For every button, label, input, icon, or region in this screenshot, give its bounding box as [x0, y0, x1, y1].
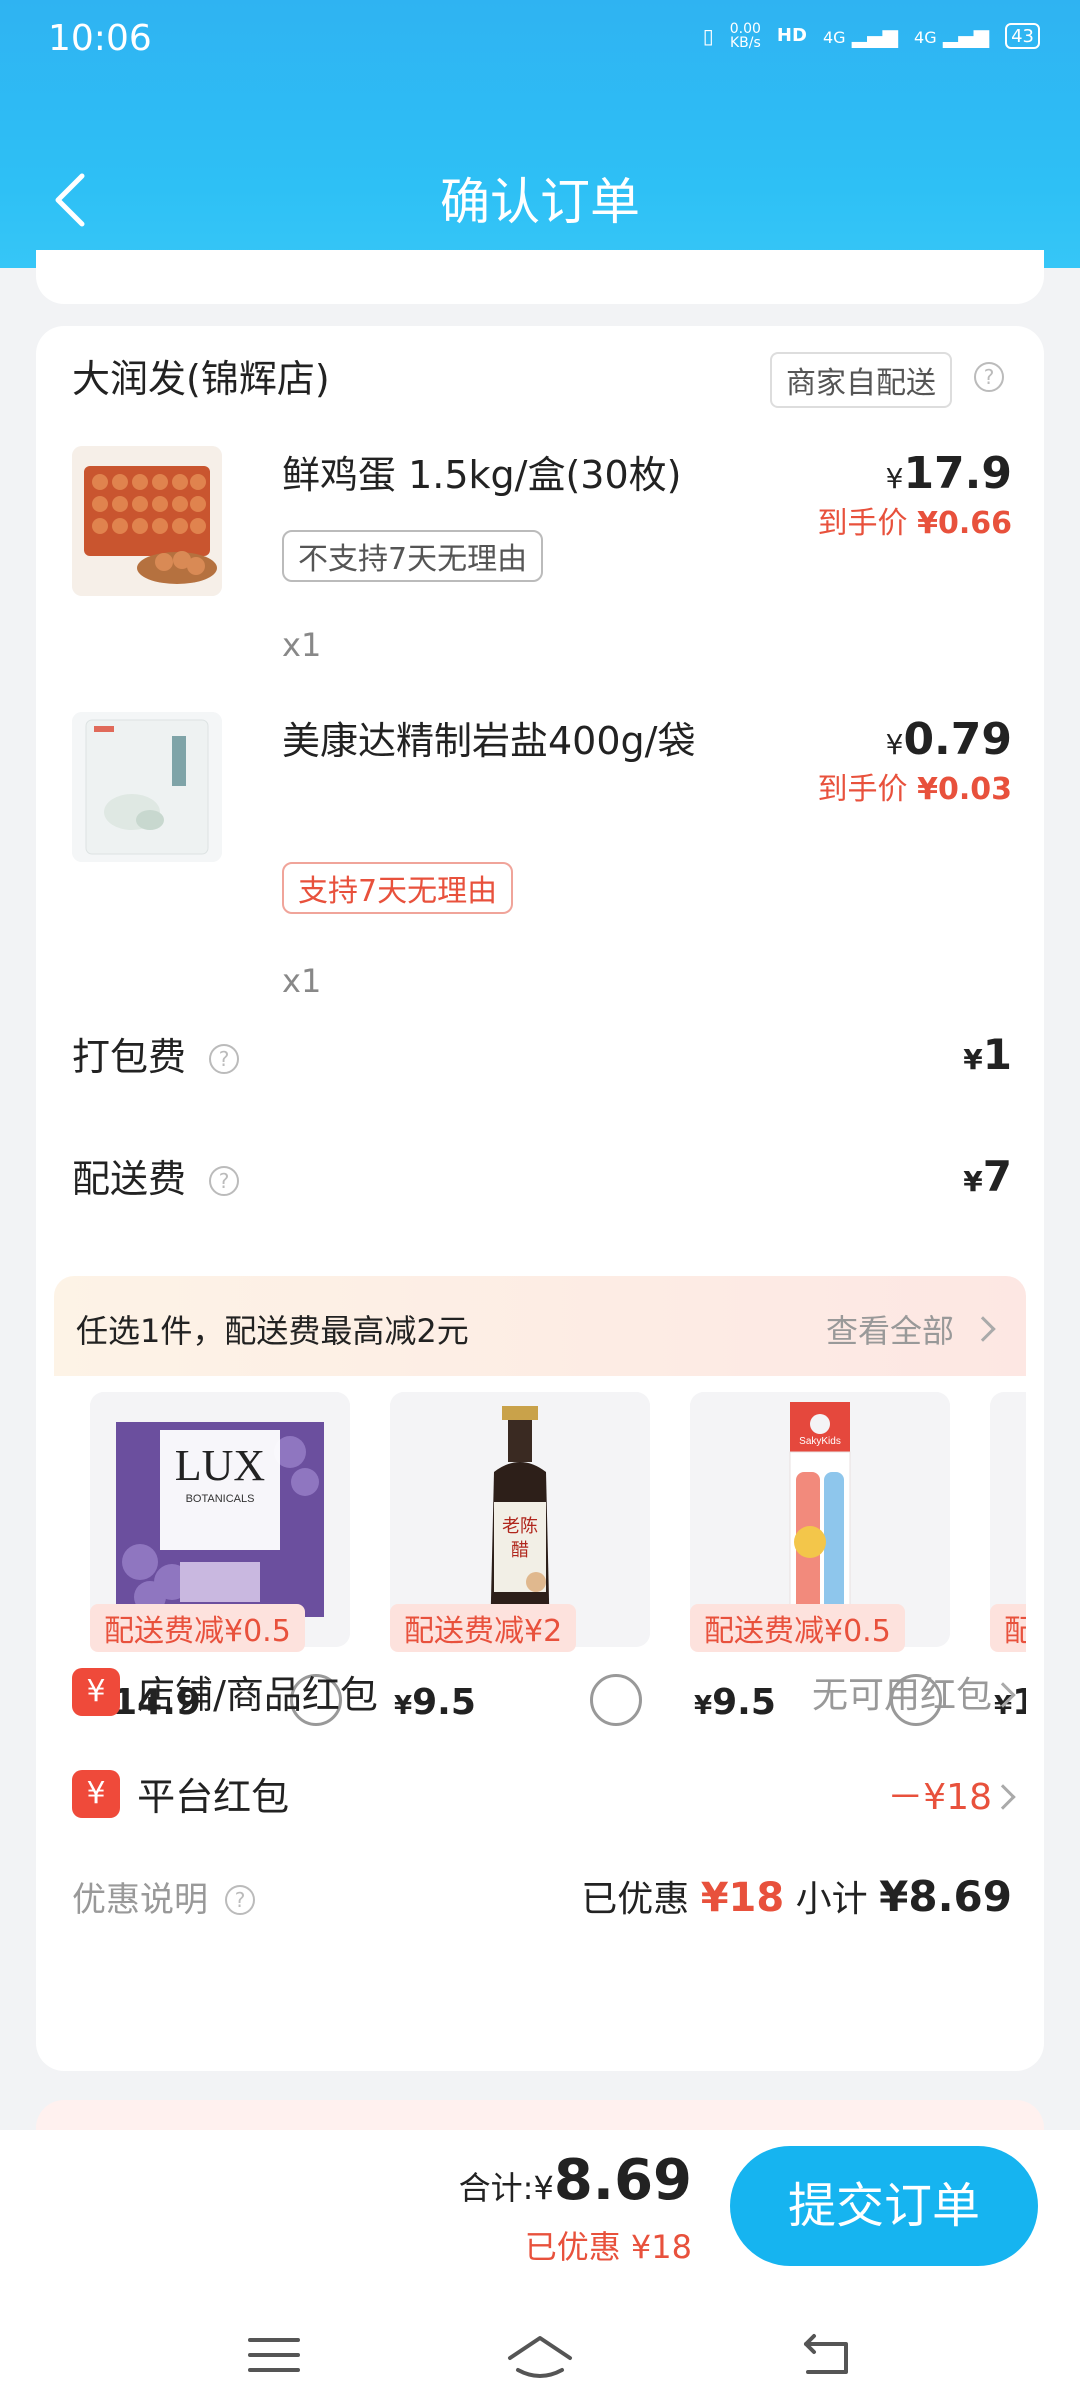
- subtotal: 已优惠 ¥18 小计 ¥8.69: [581, 1870, 1012, 1922]
- help-icon[interactable]: ?: [209, 1044, 240, 1074]
- egg-product-image: [72, 446, 222, 596]
- delivery-fee-amount: 7: [982, 1152, 1012, 1201]
- item-price: ¥0.79: [886, 714, 1012, 765]
- header-bar: 10:06 ▯ 0.00 KB/s HD 4G ▂▄▆ 4G ▂▄▆ 43 确认…: [0, 0, 1080, 268]
- promo-price-value: 1: [1012, 1682, 1026, 1723]
- item-qty: x1: [282, 962, 322, 1000]
- order-card: 大润发(锦辉店) 商家自配送 ? 鲜鸡蛋 1.5kg/盒(30枚) 不支持7天无…: [36, 326, 1044, 2071]
- shop-redpack-row[interactable]: ¥ 店铺/商品红包 无可用红包: [72, 1664, 1016, 1724]
- delivery-tag: 商家自配送: [770, 352, 952, 408]
- signal-4g-icon-2: 4G ▂▄▆: [914, 24, 990, 48]
- packing-fee-label: 打包费: [72, 1035, 187, 1079]
- cart-item-eggs[interactable]: 鲜鸡蛋 1.5kg/盒(30枚) 不支持7天无理由 x1 ¥17.9 到手价 ¥…: [72, 446, 1012, 676]
- order-total: 合计:¥8.69: [459, 2148, 692, 2213]
- currency-symbol: ¥: [963, 1043, 983, 1076]
- help-icon[interactable]: ?: [209, 1166, 240, 1196]
- packing-fee-amount: 1: [982, 1030, 1012, 1079]
- view-all-label: 查看全部: [825, 1312, 954, 1350]
- subtotal-label: 小计: [795, 1879, 868, 1920]
- redpack-icon: ¥: [72, 1769, 120, 1818]
- discount-info-label[interactable]: 优惠说明: [72, 1880, 208, 1920]
- shop-redpack-label: 店铺/商品红包: [137, 1673, 378, 1717]
- chevron-right-icon: [990, 1784, 1016, 1810]
- price-value: 17.9: [903, 448, 1012, 499]
- packing-fee-row: 打包费 ? ¥1: [72, 1026, 1012, 1086]
- chevron-right-icon: [970, 1316, 996, 1342]
- platform-redpack-value: －¥18: [887, 1777, 992, 1818]
- packing-fee-value: ¥1: [963, 1030, 1012, 1079]
- discount-summary: 优惠说明 ? 已优惠 ¥18 小计 ¥8.69: [72, 1872, 1012, 1932]
- item-qty: x1: [282, 626, 322, 664]
- redpack-icon: ¥: [72, 1667, 120, 1716]
- final-price-value: ¥0.03: [917, 772, 1012, 807]
- menu-icon[interactable]: [244, 2330, 304, 2380]
- checkout-bar: 合计:¥8.69 已优惠 ¥18 提交订单: [0, 2130, 1080, 2408]
- status-time: 10:06: [48, 18, 152, 59]
- cart-item-salt[interactable]: 美康达精制岩盐400g/袋 支持7天无理由 x1 ¥0.79 到手价 ¥0.03: [72, 712, 1012, 1000]
- salt-product-image: [72, 712, 222, 862]
- submit-order-button[interactable]: 提交订单: [730, 2146, 1038, 2266]
- svg-text:醋: 醋: [511, 1540, 529, 1561]
- currency-symbol: ¥: [885, 728, 904, 761]
- discount-tag: 配送费减¥0.5: [690, 1604, 905, 1652]
- svg-text:老陈: 老陈: [502, 1516, 538, 1537]
- subtotal-value: ¥8.69: [879, 1872, 1012, 1921]
- final-price-value: ¥0.66: [917, 506, 1012, 541]
- final-price: 到手价 ¥0.03: [818, 764, 1012, 808]
- platform-redpack-label: 平台红包: [137, 1775, 290, 1819]
- discount-tag: 配送费减¥0.5: [90, 1604, 305, 1652]
- promo-title: 任选1件，配送费最高减2元: [76, 1312, 469, 1350]
- currency-symbol: ¥: [885, 462, 904, 495]
- previous-card-edge: [36, 250, 1044, 304]
- battery-level: 43: [1011, 25, 1034, 47]
- back-icon[interactable]: [796, 2330, 856, 2380]
- price-value: 0.79: [903, 714, 1012, 765]
- signal-4g-icon: 4G ▂▄▆: [822, 24, 899, 48]
- home-icon[interactable]: [504, 2330, 576, 2380]
- system-nav-bar: [0, 2320, 1080, 2400]
- shop-name: 大润发(锦辉店): [72, 357, 330, 401]
- chevron-right-icon: [990, 1682, 1016, 1708]
- currency-symbol: ¥: [963, 1165, 983, 1198]
- signal-2-label: 4G: [914, 28, 937, 47]
- delivery-fee-row: 配送费 ? ¥7: [72, 1148, 1012, 1208]
- discount-tag: 配: [990, 1604, 1026, 1652]
- total-label: 合计:: [458, 2169, 534, 2207]
- shop-redpack-value: 无可用红包: [811, 1675, 992, 1716]
- total-value: 8.69: [553, 2148, 692, 2213]
- vibrate-icon: ▯: [702, 24, 714, 48]
- item-price: ¥17.9: [886, 448, 1012, 499]
- final-price-label: 到手价: [817, 506, 908, 541]
- total-saved: 已优惠 ¥18: [524, 2228, 692, 2266]
- saved-value: ¥18: [700, 1875, 785, 1921]
- saved-label: 已优惠: [581, 1879, 690, 1920]
- net-speed: 0.00 KB/s: [729, 21, 761, 51]
- help-icon[interactable]: ?: [225, 1885, 256, 1915]
- svg-text:LUX: LUX: [175, 1441, 265, 1490]
- final-price: 到手价 ¥0.66: [818, 498, 1012, 542]
- delivery-discount-promo: 任选1件，配送费最高减2元 查看全部 LUX BOTANICALS 配送费减¥0…: [54, 1276, 1026, 1726]
- view-all-link[interactable]: 查看全部: [825, 1306, 996, 1352]
- svg-text:SakyKids: SakyKids: [799, 1436, 841, 1447]
- item-name: 鲜鸡蛋 1.5kg/盒(30枚): [282, 453, 682, 497]
- help-icon[interactable]: ?: [974, 362, 1004, 392]
- svg-text:BOTANICALS: BOTANICALS: [186, 1493, 255, 1505]
- delivery-fee-label: 配送费: [72, 1157, 187, 1201]
- currency-symbol: ¥: [533, 2169, 554, 2207]
- final-price-label: 到手价: [817, 772, 908, 807]
- delivery-fee-value: ¥7: [963, 1152, 1012, 1201]
- status-icons: ▯ 0.00 KB/s HD 4G ▂▄▆ 4G ▂▄▆ 43: [703, 22, 1040, 50]
- signal-1-label: 4G: [822, 28, 846, 47]
- discount-tag: 配送费减¥2: [390, 1604, 577, 1652]
- page-title: 确认订单: [440, 173, 640, 231]
- promo-header: 任选1件，配送费最高减2元 查看全部: [54, 1276, 1026, 1376]
- return-policy-tag: 支持7天无理由: [282, 862, 514, 914]
- platform-redpack-row[interactable]: ¥ 平台红包 －¥18: [72, 1766, 1016, 1826]
- item-name: 美康达精制岩盐400g/袋: [282, 719, 696, 763]
- battery-icon: 43: [1005, 23, 1040, 49]
- status-bar: 10:06 ▯ 0.00 KB/s HD 4G ▂▄▆ 4G ▂▄▆ 43: [48, 16, 1040, 66]
- hd-icon: HD: [776, 25, 807, 46]
- return-policy-tag: 不支持7天无理由: [282, 530, 544, 582]
